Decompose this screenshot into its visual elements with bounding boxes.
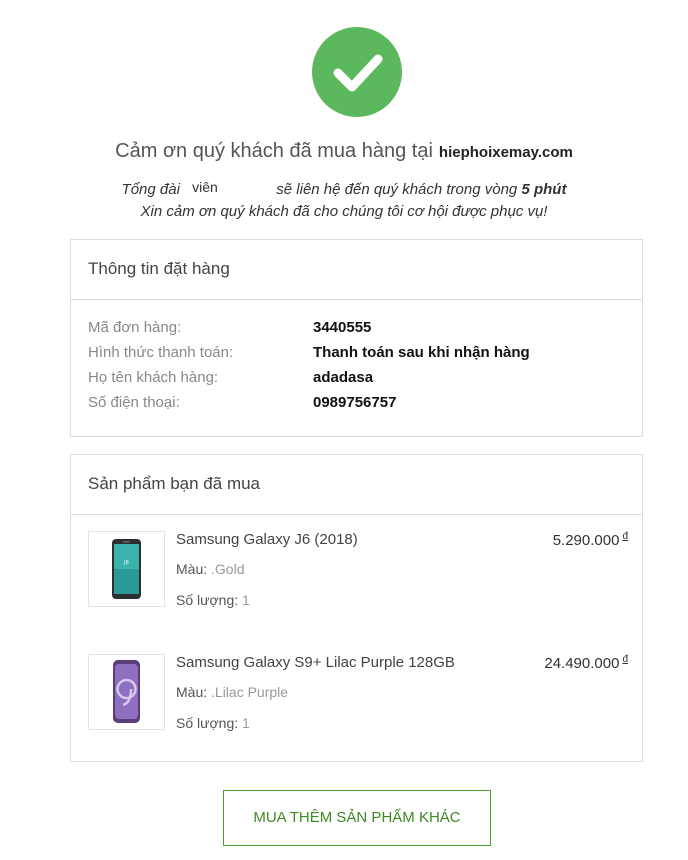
product-item: Samsung Galaxy S9+ Lilac Purple 128GB 24… xyxy=(88,654,628,734)
purchased-products-panel: Sản phẩm bạn đã mua J6 Samsung Galaxy J6… xyxy=(70,454,643,762)
product-color: Màu: .Gold xyxy=(176,561,244,577)
product-name[interactable]: Samsung Galaxy J6 (2018) xyxy=(176,531,358,548)
site-name: hiephoixemay.com xyxy=(438,144,573,161)
contact-time: 5 phút xyxy=(521,181,567,198)
quantity-label: Số lượng: xyxy=(176,592,239,608)
order-code-label: Mã đơn hàng: xyxy=(88,319,182,336)
color-value: .Gold xyxy=(211,561,245,577)
order-info-panel: Thông tin đặt hàng Mã đơn hàng: 3440555 … xyxy=(70,239,643,437)
product-price-value: 5.290.000 xyxy=(552,532,620,549)
product-name[interactable]: Samsung Galaxy S9+ Lilac Purple 128GB xyxy=(176,654,455,671)
quantity-label: Số lượng: xyxy=(176,715,239,731)
payment-method-label: Hình thức thanh toán: xyxy=(88,344,234,361)
contact-staff: viên xyxy=(192,179,218,195)
product-price: 5.290.000 đ xyxy=(553,531,628,549)
color-value: .Lilac Purple xyxy=(211,684,289,700)
phone-purple-icon xyxy=(113,660,140,723)
product-color: Màu: .Lilac Purple xyxy=(176,684,288,700)
product-thumbnail[interactable] xyxy=(88,654,165,730)
currency-symbol: đ xyxy=(622,531,628,542)
product-price-value: 24.490.000 xyxy=(544,655,620,672)
success-check-icon xyxy=(312,27,402,117)
contact-message: Tổng đài viên sẽ liên hệ đến quý khách t… xyxy=(0,179,688,201)
contact-prefix: Tổng đài xyxy=(121,181,180,198)
order-info-title: Thông tin đặt hàng xyxy=(71,240,642,300)
product-item: J6 Samsung Galaxy J6 (2018) 5.290.000 đ M… xyxy=(88,531,628,611)
purchased-products-title: Sản phẩm bạn đã mua xyxy=(71,455,642,515)
color-label: Màu: xyxy=(176,561,208,577)
phone-label: Số điện thoại: xyxy=(88,394,180,411)
quantity-value: 1 xyxy=(242,715,250,731)
quantity-value: 1 xyxy=(242,592,250,608)
contact-middle: sẽ liên hệ đến quý khách trong vòng xyxy=(276,181,518,198)
currency-symbol: đ xyxy=(622,654,628,665)
phone-value: 0989756757 xyxy=(313,394,397,411)
appreciation-message: Xin cảm ơn quý khách đã cho chúng tôi cơ… xyxy=(140,203,548,220)
product-quantity: Số lượng: 1 xyxy=(176,715,250,731)
product-price: 24.490.000 đ xyxy=(544,654,628,672)
payment-method-value: Thanh toán sau khi nhận hàng xyxy=(313,344,530,361)
customer-name-value: adadasa xyxy=(313,369,374,386)
order-code-value: 3440555 xyxy=(313,319,372,336)
phone-gold-icon: J6 xyxy=(112,539,141,599)
product-quantity: Số lượng: 1 xyxy=(176,592,250,608)
color-label: Màu: xyxy=(176,684,208,700)
product-thumbnail[interactable]: J6 xyxy=(88,531,165,607)
thanks-message: Cảm ơn quý khách đã mua hàng tại hiephoix… xyxy=(0,140,688,168)
checkmark-icon xyxy=(333,54,383,92)
thanks-text: Cảm ơn quý khách đã mua hàng tại xyxy=(115,140,433,162)
svg-text:J6: J6 xyxy=(123,560,129,566)
customer-name-label: Họ tên khách hàng: xyxy=(88,369,219,386)
buy-more-button[interactable]: MUA THÊM SẢN PHẨM KHÁC xyxy=(223,790,491,846)
